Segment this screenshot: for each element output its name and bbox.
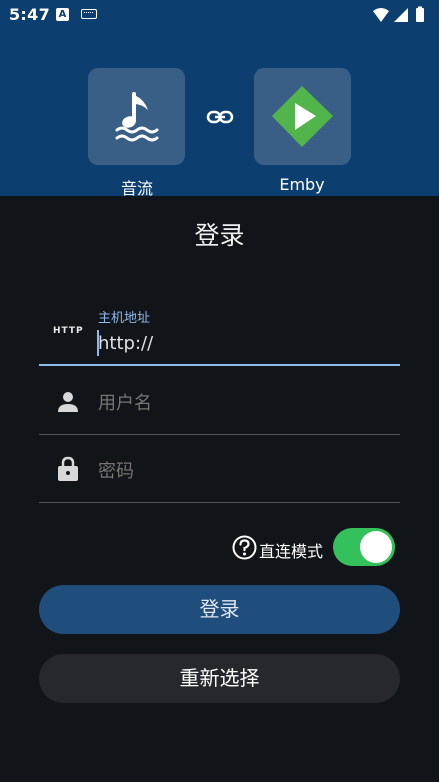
http-icon: HTTP: [53, 326, 84, 336]
help-icon[interactable]: [232, 535, 257, 560]
emby-app-label: Emby: [279, 175, 325, 194]
page-title: 登录: [194, 221, 245, 250]
status-time: 5:47: [9, 5, 50, 24]
host-address-input[interactable]: [98, 330, 388, 356]
password-underline: [39, 502, 400, 503]
text-cursor: [97, 330, 99, 356]
emby-play-icon: [272, 86, 333, 147]
password-input[interactable]: [98, 457, 388, 485]
username-underline: [39, 434, 400, 435]
direct-mode-label: 直连模式: [259, 542, 324, 561]
app-link-header: 5:47 A 音流 Emby: [0, 0, 439, 198]
host-field-label: 主机地址: [98, 311, 151, 326]
username-input[interactable]: [98, 389, 388, 417]
battery-icon: [416, 8, 424, 22]
emby-app-tile: [254, 68, 351, 165]
person-icon: [58, 392, 78, 412]
status-bar: 5:47 A: [0, 0, 439, 30]
keyboard-icon: [81, 9, 97, 19]
yinliu-app-tile: [88, 68, 185, 165]
yinliu-app-label: 音流: [120, 179, 153, 198]
signal-icon: [394, 8, 408, 22]
lock-icon: [58, 456, 78, 481]
host-field-underline: [39, 364, 400, 366]
wifi-icon: [373, 8, 389, 22]
link-icon: [206, 110, 234, 124]
login-button[interactable]: 登录: [39, 585, 400, 634]
status-icons: [373, 6, 424, 22]
reselect-button[interactable]: 重新选择: [39, 654, 400, 703]
music-note-wave-icon: [115, 92, 159, 142]
a-notification-icon: A: [56, 8, 69, 21]
direct-mode-toggle[interactable]: [333, 528, 395, 566]
toggle-knob: [360, 531, 392, 563]
login-screen: 5:47 A 音流 Emby 登录 HTTP 主机地址 http:// 用户名 …: [0, 0, 439, 782]
